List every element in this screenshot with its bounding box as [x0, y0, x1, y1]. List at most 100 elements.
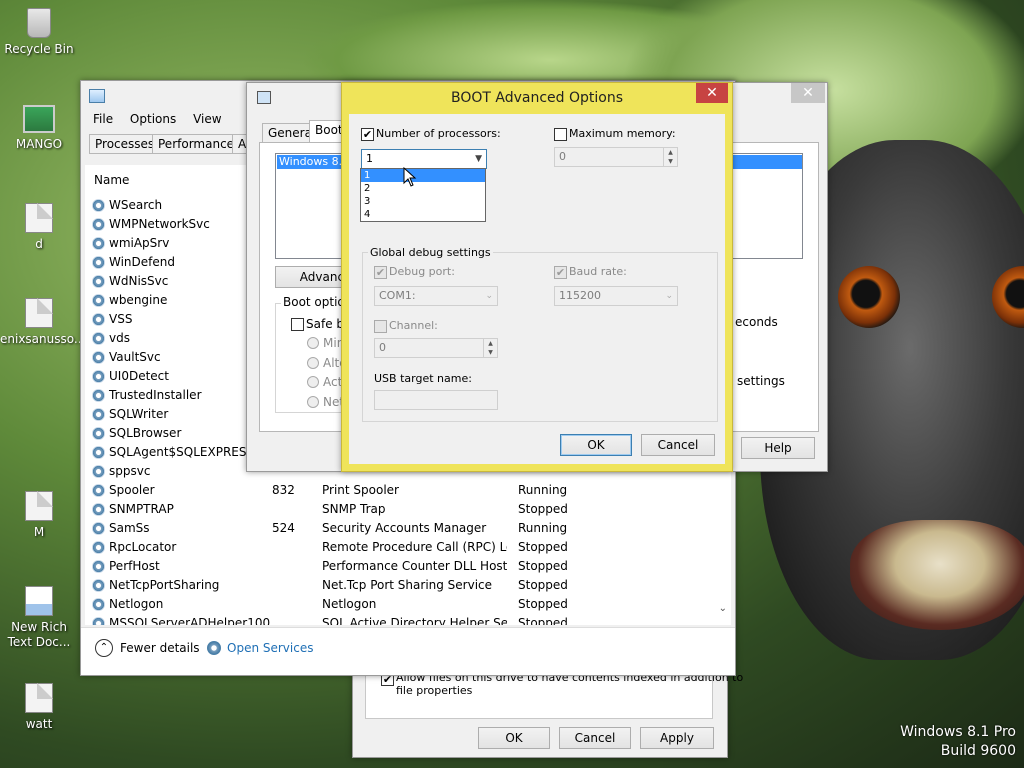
tab-performance[interactable]: Performance: [152, 134, 241, 154]
tab-processes[interactable]: Processes: [89, 134, 161, 154]
usb-target-name-label: USB target name:: [374, 372, 472, 385]
desktop-icon-label: enixsanusso...: [0, 332, 86, 346]
fewer-details-link[interactable]: Fewer details: [120, 641, 200, 655]
dialog-close-icon[interactable]: ✕: [696, 83, 728, 103]
number-of-processors-checkbox[interactable]: ✔: [361, 128, 374, 141]
msconfig-icon: [257, 91, 271, 104]
service-gear-icon: [92, 522, 105, 535]
channel-checkbox[interactable]: [374, 320, 387, 333]
processor-option[interactable]: 4: [361, 208, 485, 221]
desktop-icon-mango[interactable]: MANGO: [0, 105, 78, 152]
msconfig-help-button[interactable]: Help: [741, 437, 815, 459]
service-status: Stopped: [518, 540, 568, 554]
service-name: SNMPTRAP: [109, 502, 174, 516]
maximum-memory-value: 0: [559, 150, 566, 163]
service-gear-icon: [92, 332, 105, 345]
number-of-processors-select[interactable]: 1 ▼: [361, 149, 487, 169]
document-icon: [25, 491, 53, 521]
desktop-icon-new-rich-text[interactable]: New Rich Text Doc...: [0, 586, 78, 650]
desktop-icon-d[interactable]: d: [0, 203, 78, 252]
timeout-seconds-label: econds: [735, 315, 778, 329]
service-gear-icon: [92, 484, 105, 497]
desktop-icon-recycle-bin[interactable]: Recycle Bin: [0, 8, 78, 57]
service-gear-icon: [92, 598, 105, 611]
desktop-icon-label: New Rich Text Doc...: [7, 620, 71, 649]
service-gear-icon: [92, 389, 105, 402]
fewer-details-icon[interactable]: ⌃: [95, 639, 113, 657]
menu-view[interactable]: View: [193, 112, 221, 126]
safe-boot-checkbox[interactable]: [291, 318, 304, 331]
service-name: WMPNetworkSvc: [109, 217, 210, 231]
service-description: Netlogon: [322, 597, 377, 611]
open-services-link[interactable]: Open Services: [227, 641, 313, 655]
menu-file[interactable]: File: [93, 112, 113, 126]
service-row[interactable]: Spooler 832 Print Spooler Running: [85, 481, 725, 500]
processor-count-dropdown-list: 1 2 3 4: [360, 168, 486, 222]
processor-option[interactable]: 3: [361, 195, 485, 208]
service-description: Security Accounts Manager: [322, 521, 487, 535]
allow-indexing-label-2: file properties: [396, 684, 473, 697]
service-name: RpcLocator: [109, 540, 177, 554]
usb-target-name-input[interactable]: [374, 390, 498, 410]
spinner-arrows-icon[interactable]: ▲ ▼: [483, 339, 497, 357]
windows-watermark: Windows 8.1 Pro Build 9600: [900, 724, 1016, 759]
services-gear-icon: [207, 641, 221, 655]
service-status: Stopped: [518, 597, 568, 611]
service-name: UI0Detect: [109, 369, 169, 383]
service-name: VaultSvc: [109, 350, 161, 364]
desktop-icon-watt[interactable]: watt: [0, 683, 78, 732]
rich-text-document-icon: [25, 586, 53, 616]
number-of-processors-value: 1: [366, 152, 373, 165]
service-name: Spooler: [109, 483, 155, 497]
service-gear-icon: [92, 579, 105, 592]
advanced-ok-button[interactable]: OK: [560, 434, 632, 456]
service-row[interactable]: Netlogon Netlogon Stopped: [85, 595, 725, 614]
service-row[interactable]: SNMPTRAP SNMP Trap Stopped: [85, 500, 725, 519]
service-row[interactable]: RpcLocator Remote Procedure Call (RPC) Lo…: [85, 538, 725, 557]
maximum-memory-label: Maximum memory:: [569, 127, 676, 140]
service-description: SQL Active Directory Helper Serv...: [322, 616, 507, 625]
permanent-settings-label: settings: [737, 374, 785, 388]
debug-port-checkbox[interactable]: ✔: [374, 266, 387, 279]
service-row[interactable]: NetTcpPortSharing Net.Tcp Port Sharing Se…: [85, 576, 725, 595]
properties-ok-button[interactable]: OK: [478, 727, 550, 749]
baud-rate-select[interactable]: 115200 ⌄: [554, 286, 678, 306]
desktop-icon-enixsanusso[interactable]: enixsanusso...: [0, 298, 86, 347]
service-name: WSearch: [109, 198, 163, 212]
service-name: wbengine: [109, 293, 168, 307]
column-header-name[interactable]: Name: [94, 173, 129, 187]
service-gear-icon: [92, 351, 105, 364]
service-gear-icon: [92, 256, 105, 269]
properties-cancel-button[interactable]: Cancel: [559, 727, 631, 749]
service-row[interactable]: PerfHost Performance Counter DLL Host Stop…: [85, 557, 725, 576]
menu-options[interactable]: Options: [130, 112, 176, 126]
network-radio[interactable]: [307, 396, 319, 408]
alternate-shell-radio[interactable]: [307, 357, 319, 369]
maximum-memory-input[interactable]: 0 ▲ ▼: [554, 147, 678, 167]
service-status: Stopped: [518, 559, 568, 573]
debug-port-select[interactable]: COM1: ⌄: [374, 286, 498, 306]
msconfig-close-icon[interactable]: ✕: [791, 83, 825, 103]
minimal-radio[interactable]: [307, 337, 319, 349]
scroll-down-arrow-icon[interactable]: ⌄: [719, 603, 727, 614]
desktop-icon-m[interactable]: M: [0, 491, 78, 540]
task-manager-icon: [89, 89, 105, 103]
processor-option[interactable]: 1: [361, 169, 485, 182]
chevron-down-icon: ▼: [475, 154, 482, 164]
service-status: Stopped: [518, 616, 568, 625]
spinner-arrows-icon[interactable]: ▲ ▼: [663, 148, 677, 166]
processor-option[interactable]: 2: [361, 182, 485, 195]
channel-input[interactable]: 0 ▲ ▼: [374, 338, 498, 358]
service-gear-icon: [92, 503, 105, 516]
service-row[interactable]: MSSQLServerADHelper100 SQL Active Directo…: [85, 614, 725, 625]
service-row[interactable]: SamSs 524 Security Accounts Manager Running: [85, 519, 725, 538]
service-gear-icon: [92, 294, 105, 307]
task-manager-footer: ⌃ Fewer details Open Services: [81, 627, 735, 675]
active-directory-radio[interactable]: [307, 376, 319, 388]
desktop-icon-label: MANGO: [15, 137, 63, 151]
baud-rate-checkbox[interactable]: ✔: [554, 266, 567, 279]
properties-apply-button[interactable]: Apply: [640, 727, 714, 749]
advanced-cancel-button[interactable]: Cancel: [641, 434, 715, 456]
maximum-memory-checkbox[interactable]: [554, 128, 567, 141]
computer-icon: [23, 105, 55, 133]
